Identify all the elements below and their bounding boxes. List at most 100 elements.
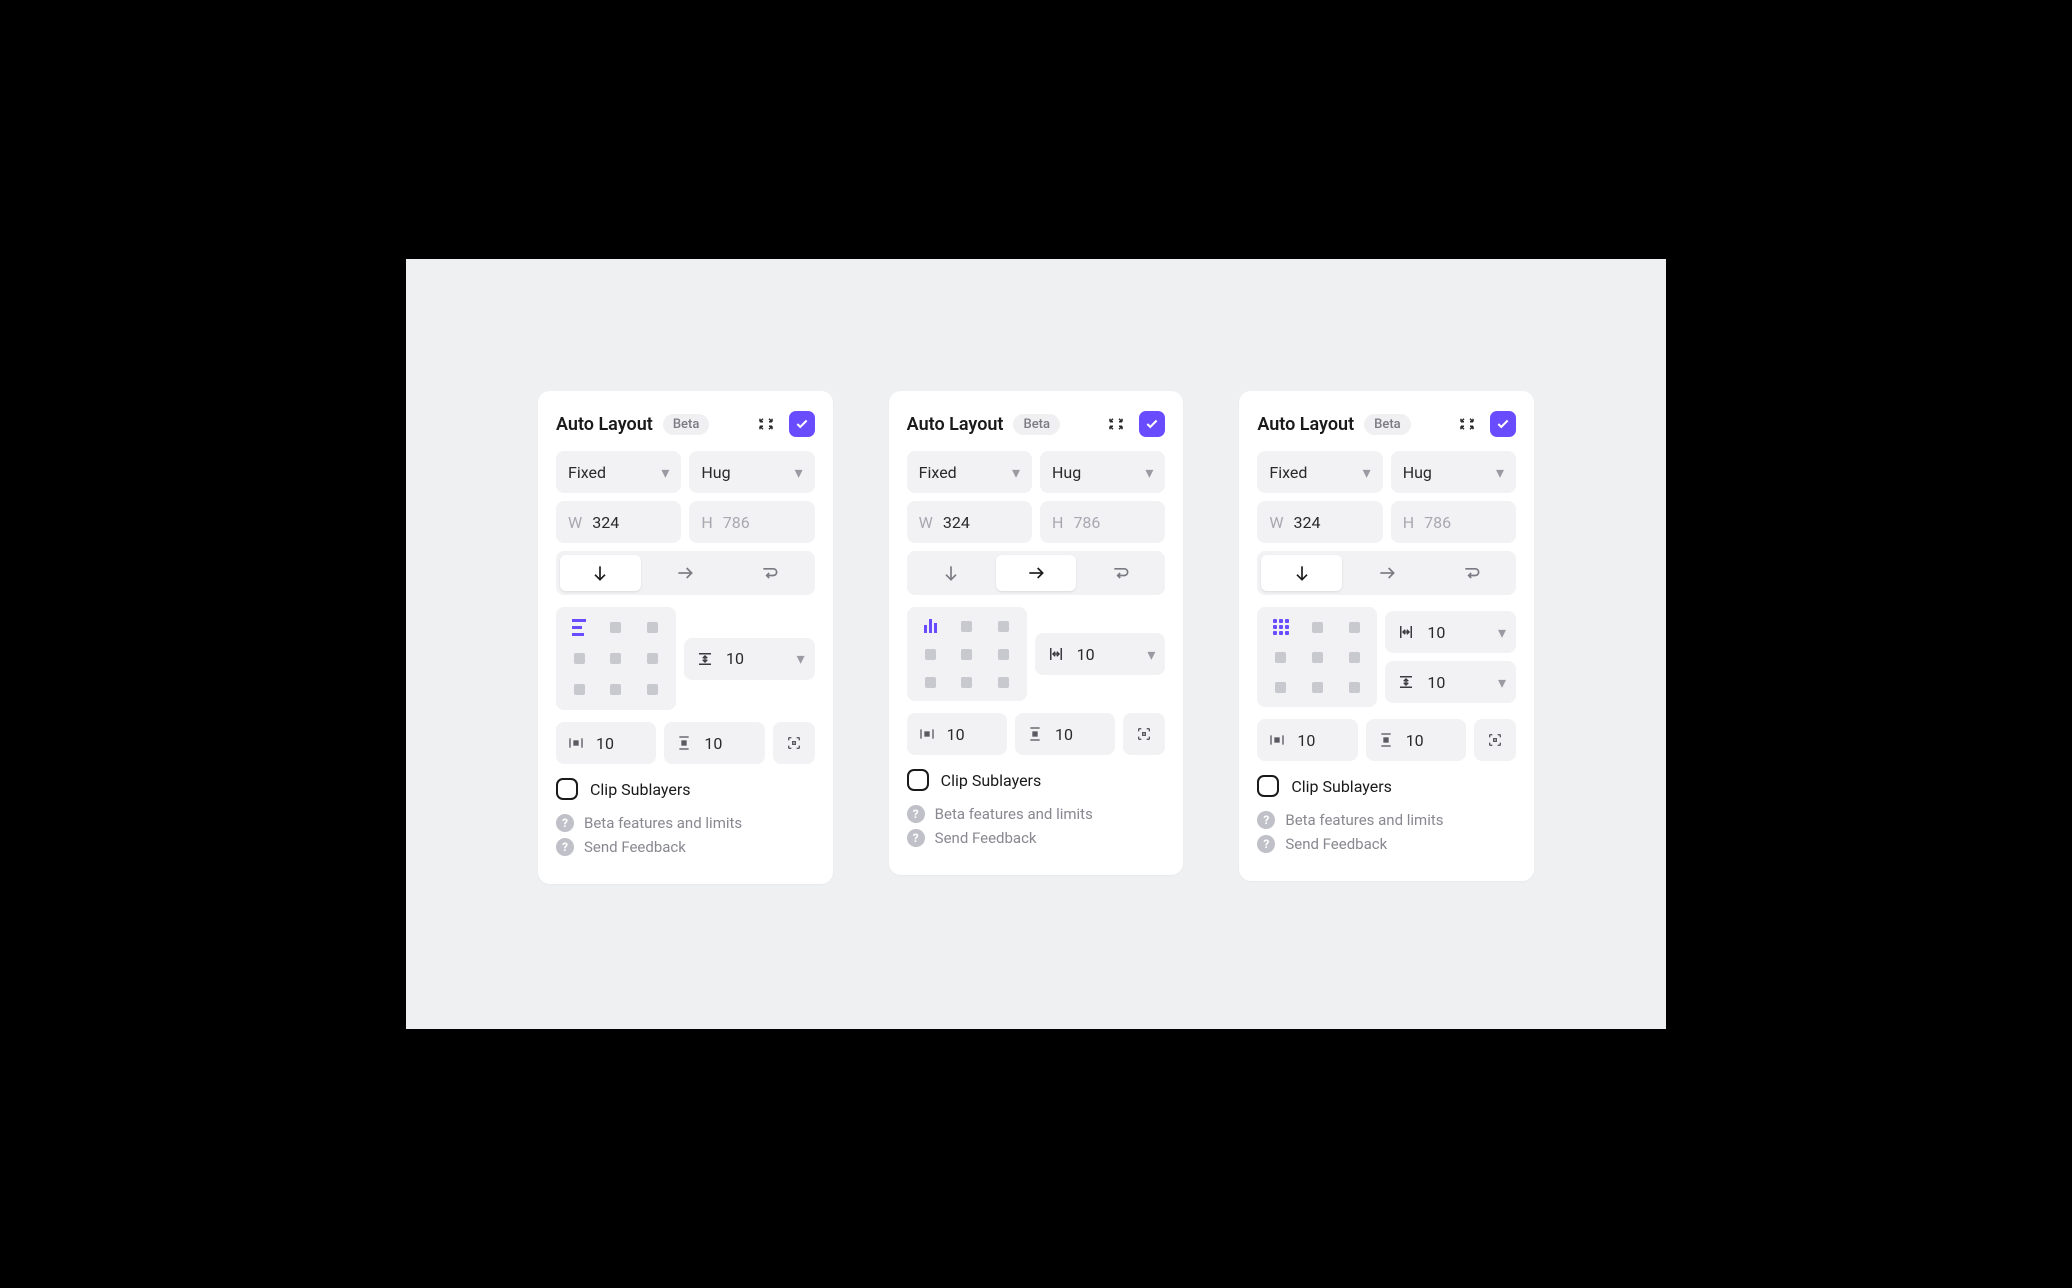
clip-sublayers-label: Clip Sublayers: [590, 780, 691, 799]
padding-horizontal-icon: [1267, 732, 1287, 748]
alignment-grid[interactable]: [907, 607, 1027, 701]
clip-sublayers-checkbox[interactable]: [556, 778, 578, 800]
height-prefix: H: [701, 513, 712, 532]
padding-v-value: 10: [704, 734, 722, 753]
padding-h-value: 10: [596, 734, 614, 753]
height-value: 786: [1073, 513, 1100, 532]
direction-segmented: [1257, 551, 1516, 595]
height-input[interactable]: H 786: [689, 501, 814, 543]
caret-down-icon: ▾: [795, 463, 803, 482]
panel-title: Auto Layout: [556, 414, 653, 435]
alignment-grid[interactable]: [556, 607, 676, 710]
send-feedback-link[interactable]: ? Send Feedback: [907, 829, 1166, 847]
send-feedback-link[interactable]: ? Send Feedback: [556, 838, 815, 856]
beta-features-label: Beta features and limits: [584, 814, 742, 832]
auto-layout-panel: Auto Layout Beta Fixed ▾ Hug ▾ W 324: [889, 391, 1184, 875]
width-mode-label: Fixed: [568, 463, 606, 482]
clip-sublayers-checkbox[interactable]: [1257, 775, 1279, 797]
padding-horizontal-input[interactable]: 10: [1257, 719, 1357, 761]
panel-title: Auto Layout: [907, 414, 1004, 435]
width-mode-label: Fixed: [1269, 463, 1307, 482]
direction-wrap-button[interactable]: [730, 555, 811, 591]
gap-horizontal-icon: [1395, 623, 1417, 641]
caret-down-icon: ▾: [1498, 673, 1506, 692]
gap-horizontal-input[interactable]: 10 ▾: [1385, 611, 1516, 653]
padding-expand-button[interactable]: [1123, 713, 1165, 755]
beta-badge: Beta: [1364, 414, 1411, 435]
padding-horizontal-input[interactable]: 10: [556, 722, 656, 764]
gap-value: 10: [726, 649, 744, 668]
gap-vertical-input[interactable]: 10 ▾: [684, 638, 815, 680]
width-value: 324: [1294, 513, 1321, 532]
height-input[interactable]: H 786: [1040, 501, 1165, 543]
auto-layout-panel: Auto Layout Beta Fixed ▾ Hug ▾ W 324: [538, 391, 833, 884]
padding-vertical-icon: [1025, 726, 1045, 742]
alignment-grid[interactable]: [1257, 607, 1377, 707]
height-input[interactable]: H 786: [1391, 501, 1516, 543]
height-mode-select[interactable]: Hug ▾: [689, 451, 814, 493]
height-mode-select[interactable]: Hug ▾: [1040, 451, 1165, 493]
width-input[interactable]: W 324: [556, 501, 681, 543]
padding-expand-icon: [1485, 732, 1505, 748]
send-feedback-label: Send Feedback: [584, 838, 686, 856]
gap-value: 10: [1427, 673, 1445, 692]
width-value: 324: [592, 513, 619, 532]
panel-header: Auto Layout Beta: [907, 411, 1166, 437]
height-value: 786: [1424, 513, 1451, 532]
width-mode-select[interactable]: Fixed ▾: [907, 451, 1032, 493]
caret-down-icon: ▾: [1496, 463, 1504, 482]
clip-sublayers-row[interactable]: Clip Sublayers: [556, 778, 815, 800]
collapse-icon[interactable]: [753, 411, 779, 437]
padding-vertical-input[interactable]: 10: [1015, 713, 1115, 755]
height-mode-select[interactable]: Hug ▾: [1391, 451, 1516, 493]
clip-sublayers-label: Clip Sublayers: [1291, 777, 1392, 796]
direction-wrap-button[interactable]: [1080, 555, 1161, 591]
caret-down-icon: ▾: [1145, 463, 1153, 482]
width-mode-label: Fixed: [919, 463, 957, 482]
padding-expand-button[interactable]: [1474, 719, 1516, 761]
clip-sublayers-checkbox[interactable]: [907, 769, 929, 791]
padding-vertical-icon: [674, 735, 694, 751]
send-feedback-link[interactable]: ? Send Feedback: [1257, 835, 1516, 853]
height-prefix: H: [1403, 513, 1414, 532]
direction-wrap-button[interactable]: [1431, 555, 1512, 591]
direction-right-button[interactable]: [645, 555, 726, 591]
beta-badge: Beta: [1013, 414, 1060, 435]
caret-down-icon: ▾: [797, 649, 805, 668]
gap-vertical-input[interactable]: 10 ▾: [1385, 661, 1516, 703]
padding-expand-button[interactable]: [773, 722, 815, 764]
gap-value: 10: [1427, 623, 1445, 642]
help-icon: ?: [556, 814, 574, 832]
enabled-toggle[interactable]: [1490, 411, 1516, 437]
send-feedback-label: Send Feedback: [935, 829, 1037, 847]
gap-horizontal-icon: [1045, 645, 1067, 663]
caret-down-icon: ▾: [661, 463, 669, 482]
clip-sublayers-row[interactable]: Clip Sublayers: [1257, 775, 1516, 797]
width-mode-select[interactable]: Fixed ▾: [1257, 451, 1382, 493]
padding-vertical-input[interactable]: 10: [664, 722, 764, 764]
collapse-icon[interactable]: [1103, 411, 1129, 437]
width-input[interactable]: W 324: [1257, 501, 1382, 543]
collapse-icon[interactable]: [1454, 411, 1480, 437]
panel-header: Auto Layout Beta: [1257, 411, 1516, 437]
padding-vertical-input[interactable]: 10: [1366, 719, 1466, 761]
width-input[interactable]: W 324: [907, 501, 1032, 543]
caret-down-icon: ▾: [1363, 463, 1371, 482]
beta-features-link[interactable]: ? Beta features and limits: [907, 805, 1166, 823]
padding-horizontal-input[interactable]: 10: [907, 713, 1007, 755]
direction-down-button[interactable]: [560, 555, 641, 591]
caret-down-icon: ▾: [1012, 463, 1020, 482]
clip-sublayers-row[interactable]: Clip Sublayers: [907, 769, 1166, 791]
direction-right-button[interactable]: [996, 555, 1077, 591]
direction-down-button[interactable]: [911, 555, 992, 591]
width-mode-select[interactable]: Fixed ▾: [556, 451, 681, 493]
direction-right-button[interactable]: [1346, 555, 1427, 591]
enabled-toggle[interactable]: [1139, 411, 1165, 437]
direction-down-button[interactable]: [1261, 555, 1342, 591]
beta-features-link[interactable]: ? Beta features and limits: [1257, 811, 1516, 829]
padding-expand-icon: [784, 735, 804, 751]
beta-features-link[interactable]: ? Beta features and limits: [556, 814, 815, 832]
caret-down-icon: ▾: [1147, 645, 1155, 664]
enabled-toggle[interactable]: [789, 411, 815, 437]
gap-horizontal-input[interactable]: 10 ▾: [1035, 633, 1166, 675]
